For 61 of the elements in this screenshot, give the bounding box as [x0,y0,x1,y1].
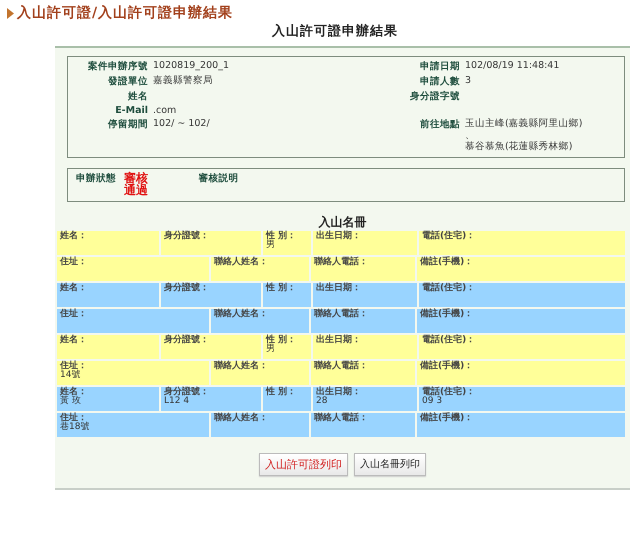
roster-cell: 住址： 14號 [57,360,209,385]
arrow-icon [6,8,14,18]
field-value: 102/08/19 11:48:41 [465,60,560,72]
roster-cell: 聯絡人姓名： [211,360,309,385]
roster-cell: 出生日期： [313,334,417,359]
roster-cell: 電話(住宅)： 09 3 [419,386,625,411]
roster-cell: 性 別： [263,386,311,411]
roster-cell: 身分證號： L12 4 [161,386,261,411]
field-label: 申請人數 [420,76,460,87]
roster-cell: 聯絡人姓名： [211,412,309,437]
breadcrumb-title: 入山許可證/入山許可證申辦結果 [17,4,234,22]
roster-cell: 電話(住宅)： [419,334,625,359]
field-label: 姓名 [128,91,148,102]
field-label: 申請日期 [420,61,460,72]
field-value: 玉山主峰(嘉義縣阿里山鄉) 、 慕谷慕魚(花蓮縣秀林鄉) [465,118,584,153]
roster-cell: 備註(手機)： [417,412,625,437]
roster-title: 入山名冊 [318,214,366,229]
print-button[interactable]: 入山許可證列印 [259,452,348,476]
roster-cell: 備註(手機)： [417,256,625,281]
roster-cell: 性 別： 男 [263,334,311,359]
roster-cell: 出生日期： 28 [313,386,417,411]
field-label: 停留期間 [108,119,148,130]
roster-cell: 電話(住宅)： [419,282,625,307]
field-value: .com [153,105,178,116]
roster-cell: 住址： 巷18號 [57,412,209,437]
field-label: 案件申辦序號 [88,61,148,72]
field-label: 前往地點 [420,119,460,130]
roster-cell: 身分證號： [161,230,261,255]
field-value: 102/ ~ 102/ [153,118,211,130]
field-value: 3 [465,75,472,86]
roster-cell: 聯絡人電話： [311,360,415,385]
roster-cell: 出生日期： [313,282,417,307]
roster-cell: 姓名： 黃 玫 [57,386,159,411]
roster-cell: 住址： [57,308,209,333]
roster-cell: 聯絡人姓名： [211,308,309,333]
field-value: 1020819_200_1 [153,60,230,72]
roster-cell: 姓名： [57,230,159,255]
roster-cell: 聯絡人電話： [311,256,415,281]
roster-cell: 姓名： [57,282,159,307]
roster-cell: 身分證號： [161,282,261,307]
status-label: 申辦狀態 [76,172,116,185]
field-label: E-Mail [115,105,148,116]
roster-cell: 住址： [57,256,209,281]
field-value: 嘉義縣警察局 [153,75,214,86]
roster-cell: 聯絡人姓名： [211,256,309,281]
page-title: 入山許可證申辦結果 [272,22,398,40]
roster-cell: 身分證號： [161,334,261,359]
roster-cell: 聯絡人電話： [311,308,415,333]
roster-cell: 性 別： [263,282,311,307]
roster-cell: 聯絡人電話： [311,412,415,437]
roster-cell: 出生日期： [313,230,417,255]
roster-cell: 備註(手機)： [417,308,625,333]
roster-cell: 性 別： 男 [263,230,311,255]
review-note-label: 審核説明 [198,172,238,185]
roster-cell: 備註(手機)： [417,360,625,385]
field-label: 身分證字號 [410,91,460,102]
roster-cell: 姓名： [57,334,159,359]
print-button[interactable]: 入山名冊列印 [354,452,426,476]
field-label: 發證單位 [108,76,148,87]
roster-cell: 電話(住宅)： [419,230,625,255]
status-value: 審核通過 [124,172,149,196]
